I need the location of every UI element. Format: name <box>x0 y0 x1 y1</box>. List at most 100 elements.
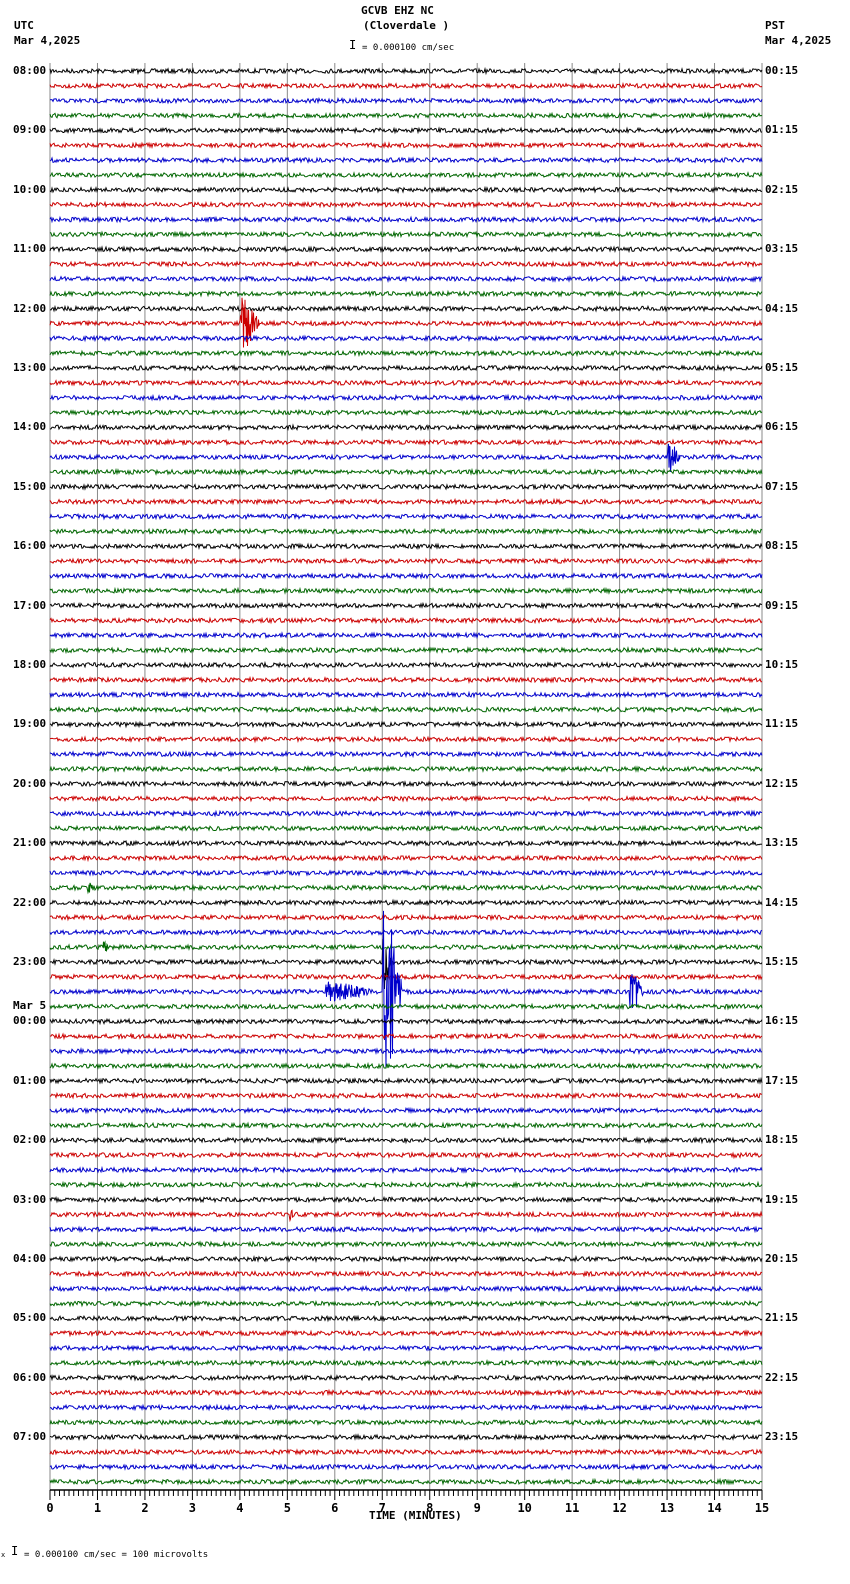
trace-line <box>49 869 763 877</box>
trace-line <box>49 1462 763 1472</box>
trace-line <box>49 1150 763 1160</box>
trace-line <box>49 601 762 610</box>
trace-line <box>49 1388 763 1397</box>
trace-line <box>49 126 763 135</box>
trace-line <box>49 111 763 120</box>
trace-line <box>49 230 763 239</box>
trace-line <box>49 443 763 472</box>
trace-line <box>49 882 763 895</box>
trace-line <box>49 1358 763 1367</box>
trace-line <box>49 423 763 432</box>
trace-line <box>49 215 763 224</box>
trace-line <box>49 973 763 981</box>
trace-line <box>49 839 763 848</box>
trace-line <box>49 1136 763 1145</box>
trace-line <box>49 81 763 90</box>
x-tick-label: 5 <box>284 1501 291 1515</box>
x-tick-label: 10 <box>517 1501 531 1515</box>
trace-line <box>49 690 763 699</box>
seismogram-plot: 0 1 2 3 4 5 6 7 8 9 10 11 12 13 14 15 <box>46 63 769 1515</box>
trace-line <box>49 928 763 937</box>
x-axis-label: TIME (MINUTES) <box>369 1509 462 1522</box>
x-tick-label: 6 <box>331 1501 338 1515</box>
trace-line <box>49 1314 763 1323</box>
trace-line <box>49 527 763 536</box>
trace-line <box>49 794 763 803</box>
trace-line <box>49 910 763 1069</box>
trace-line <box>49 1344 763 1353</box>
trace-line <box>49 616 763 625</box>
trace-line <box>49 1165 763 1174</box>
trace-line <box>49 720 763 729</box>
trace-line <box>49 1061 763 1071</box>
trace-line <box>49 1106 763 1115</box>
trace-line <box>49 764 763 773</box>
x-tick-label: 1 <box>94 1501 101 1515</box>
trace-line <box>49 1017 763 1026</box>
trace-line <box>49 631 763 640</box>
x-tick-label: 9 <box>474 1501 481 1515</box>
trace-line <box>49 571 763 580</box>
footer-scale: = 0.000100 cm/sec = 100 microvolts <box>24 1550 209 1560</box>
trace-line <box>49 260 763 268</box>
trace-line <box>49 141 763 150</box>
x-tick-label: 11 <box>565 1501 579 1515</box>
trace-line <box>49 1433 763 1442</box>
x-tick-label: 13 <box>660 1501 674 1515</box>
helicorder-page: GCVB EHZ NC (Cloverdale ) UTC Mar 4,2025… <box>0 0 850 1584</box>
trace-line <box>49 467 763 476</box>
trace-line <box>49 1180 763 1189</box>
trace-line <box>49 349 763 358</box>
trace-line <box>49 705 763 714</box>
trace-line <box>49 438 763 447</box>
trace-line <box>49 1209 763 1223</box>
trace-line <box>49 1254 763 1264</box>
trace-line <box>49 482 763 491</box>
trace-line <box>49 408 763 417</box>
trace-line <box>49 245 763 254</box>
trace-line <box>49 940 763 952</box>
trace-line <box>49 750 763 759</box>
trace-line <box>49 170 763 180</box>
trace-line <box>49 1269 763 1278</box>
trace-line <box>49 334 763 343</box>
trace-line <box>49 660 763 669</box>
trace-line <box>49 1076 763 1085</box>
trace-line <box>49 1240 763 1249</box>
trace-line <box>49 586 763 595</box>
trace-line <box>49 542 763 551</box>
trace-line <box>49 66 763 76</box>
trace-line <box>49 1448 763 1457</box>
trace-line <box>49 1032 763 1041</box>
x-tick-label: 2 <box>141 1501 148 1515</box>
trace-line <box>49 913 763 922</box>
trace-line <box>49 200 763 209</box>
trace-line <box>49 898 763 907</box>
footer-scale-bar-icon: I <box>11 1544 19 1558</box>
trace-line <box>49 735 763 744</box>
x-tick-label: 14 <box>707 1501 721 1515</box>
x-tick-label: 15 <box>755 1501 769 1515</box>
x-tick-label: 12 <box>612 1501 626 1515</box>
trace-line <box>49 1195 763 1204</box>
trace-line <box>49 779 763 788</box>
trace-line <box>50 96 763 105</box>
x-tick-label: 4 <box>236 1501 243 1515</box>
trace-line <box>49 1403 763 1412</box>
trace-line <box>49 1047 763 1056</box>
trace-line <box>49 1373 763 1382</box>
trace-line <box>49 675 763 684</box>
trace-line <box>49 824 763 832</box>
trace-line <box>49 1121 763 1130</box>
trace-line <box>49 1225 763 1234</box>
trace-line <box>49 289 763 298</box>
trace-line <box>49 1418 763 1427</box>
trace-line <box>49 1477 763 1486</box>
trace-line <box>49 156 763 165</box>
trace-line <box>49 809 763 818</box>
x-tick-label: 0 <box>46 1501 53 1515</box>
trace-line <box>49 1002 763 1011</box>
trace-line <box>49 274 763 284</box>
trace-line <box>49 1284 763 1293</box>
trace-line <box>49 497 762 506</box>
